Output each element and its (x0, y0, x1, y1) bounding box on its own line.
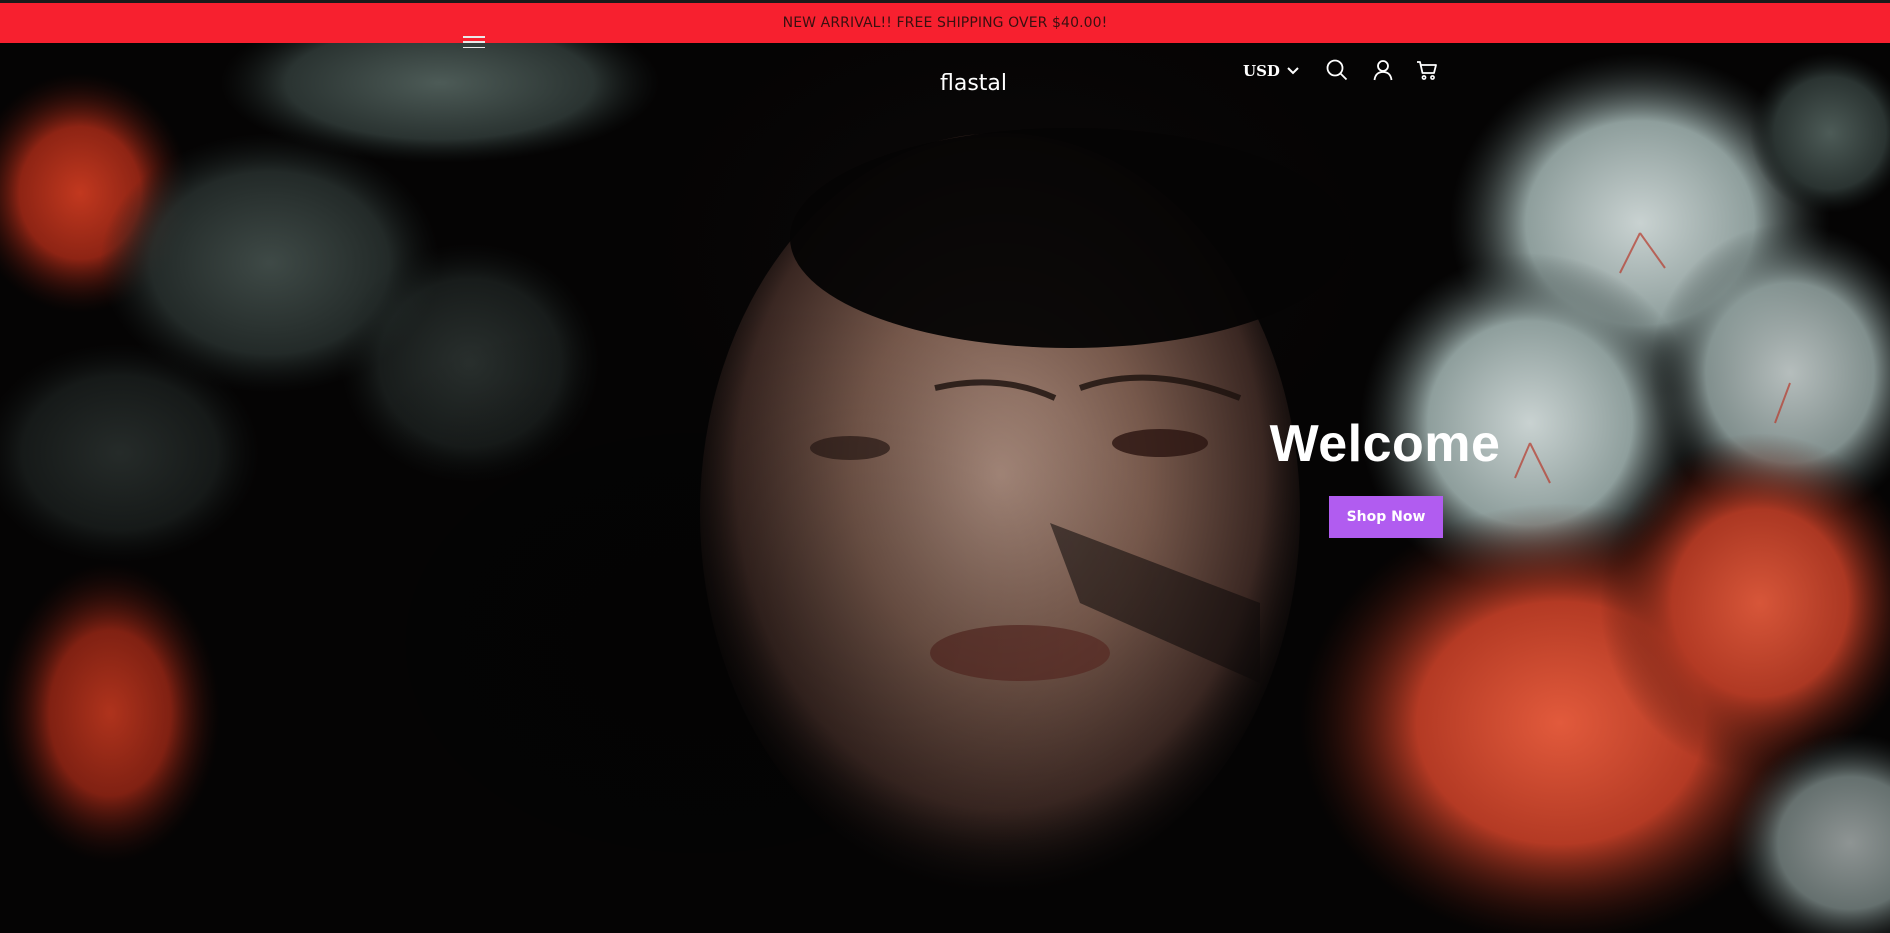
page: NEW ARRIVAL!! FREE SHIPPING OVER $40.00! (0, 0, 1890, 933)
account-icon[interactable] (1371, 58, 1395, 82)
announcement-text: NEW ARRIVAL!! FREE SHIPPING OVER $40.00! (782, 15, 1108, 31)
search-icon[interactable] (1325, 58, 1349, 82)
hero-image (0, 43, 1890, 933)
cart-icon[interactable] (1415, 58, 1439, 82)
hero-banner (0, 43, 1890, 933)
menu-icon[interactable] (463, 36, 485, 48)
shop-now-button[interactable]: Shop Now (1329, 496, 1443, 538)
announcement-bar: NEW ARRIVAL!! FREE SHIPPING OVER $40.00! (0, 3, 1890, 43)
hero-title: Welcome (1269, 415, 1501, 473)
currency-selector[interactable]: USD (1243, 62, 1300, 80)
currency-label: USD (1243, 62, 1280, 80)
chevron-down-icon (1287, 67, 1299, 75)
site-logo[interactable]: flastal (940, 70, 1030, 98)
